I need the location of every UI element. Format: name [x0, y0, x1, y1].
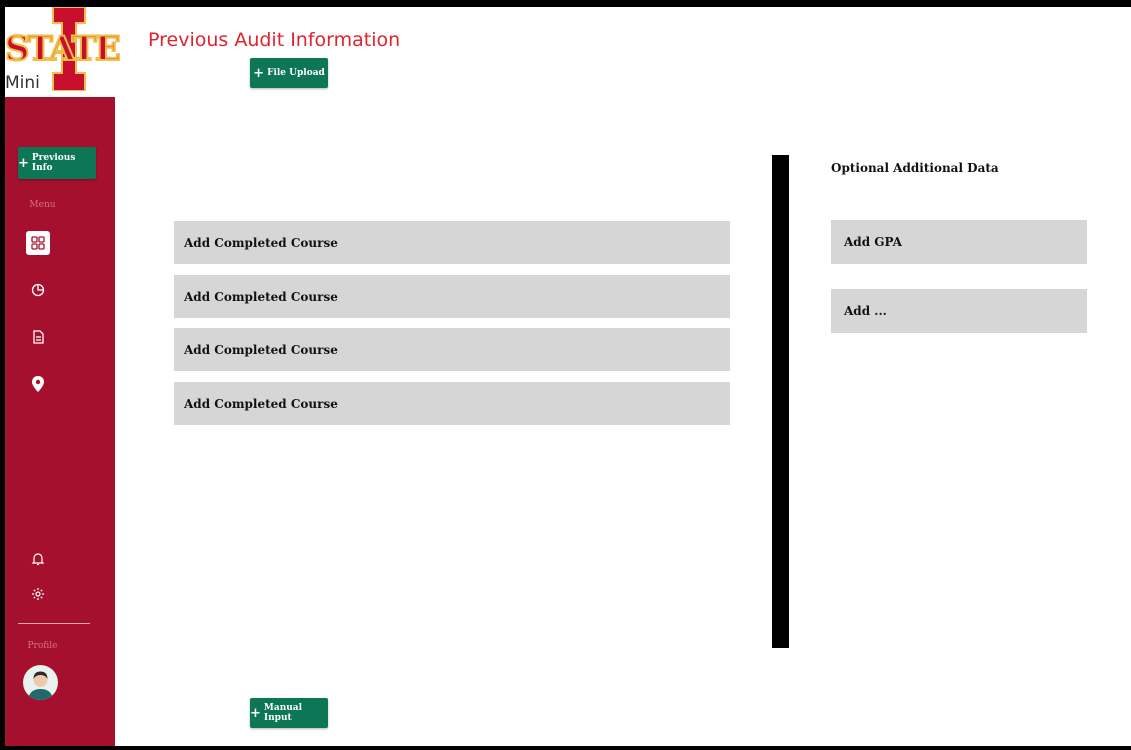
add-gpa-row[interactable]: Add GPA	[831, 220, 1087, 264]
previous-info-label: Previous Info	[31, 153, 76, 173]
manual-input-button[interactable]: + Manual Input	[250, 698, 328, 728]
previous-info-button[interactable]: + Previous Info	[18, 147, 96, 179]
profile-heading: Profile	[27, 641, 58, 651]
bell-icon	[31, 553, 45, 566]
avatar[interactable]	[23, 665, 58, 700]
add-completed-course-row[interactable]: Add Completed Course	[174, 328, 730, 371]
add-completed-course-row[interactable]: Add Completed Course	[174, 221, 730, 264]
optional-data-heading: Optional Additional Data	[831, 161, 999, 175]
grid-icon	[31, 236, 45, 250]
location-pin-icon	[32, 376, 44, 392]
logo: STATE Mini	[5, 7, 122, 97]
plus-icon: +	[18, 155, 29, 171]
app-window: STATE Mini + Previous Info Menu Profile …	[5, 7, 1131, 746]
plus-icon: +	[250, 705, 261, 721]
add-completed-course-row[interactable]: Add Completed Course	[174, 382, 730, 425]
add-more-row[interactable]: Add ...	[831, 289, 1087, 333]
logo-wordmark: STATE	[5, 28, 122, 70]
add-completed-course-row[interactable]: Add Completed Course	[174, 275, 730, 318]
sidebar: STATE Mini + Previous Info Menu Profile	[5, 7, 122, 746]
nav-item-documents[interactable]	[27, 326, 49, 348]
pie-chart-icon	[31, 283, 45, 297]
menu-heading: Menu	[29, 200, 56, 210]
nav-item-dashboard[interactable]	[26, 231, 50, 255]
nav-item-settings[interactable]	[27, 583, 49, 605]
user-avatar-icon	[28, 671, 53, 700]
section-divider	[772, 155, 789, 648]
nav-item-location[interactable]	[27, 373, 49, 395]
document-icon	[33, 330, 44, 344]
file-upload-button[interactable]: + File Upload	[250, 58, 328, 88]
file-upload-label: File Upload	[267, 68, 325, 78]
manual-input-label: Manual Input	[263, 703, 303, 723]
nav-item-reports[interactable]	[27, 279, 49, 301]
plus-icon: +	[253, 65, 265, 81]
page-title: Previous Audit Information	[148, 29, 401, 51]
logo-subtitle: Mini	[5, 73, 40, 93]
nav-item-notifications[interactable]	[27, 548, 49, 570]
sidebar-divider	[18, 623, 90, 624]
gear-icon	[32, 588, 44, 600]
